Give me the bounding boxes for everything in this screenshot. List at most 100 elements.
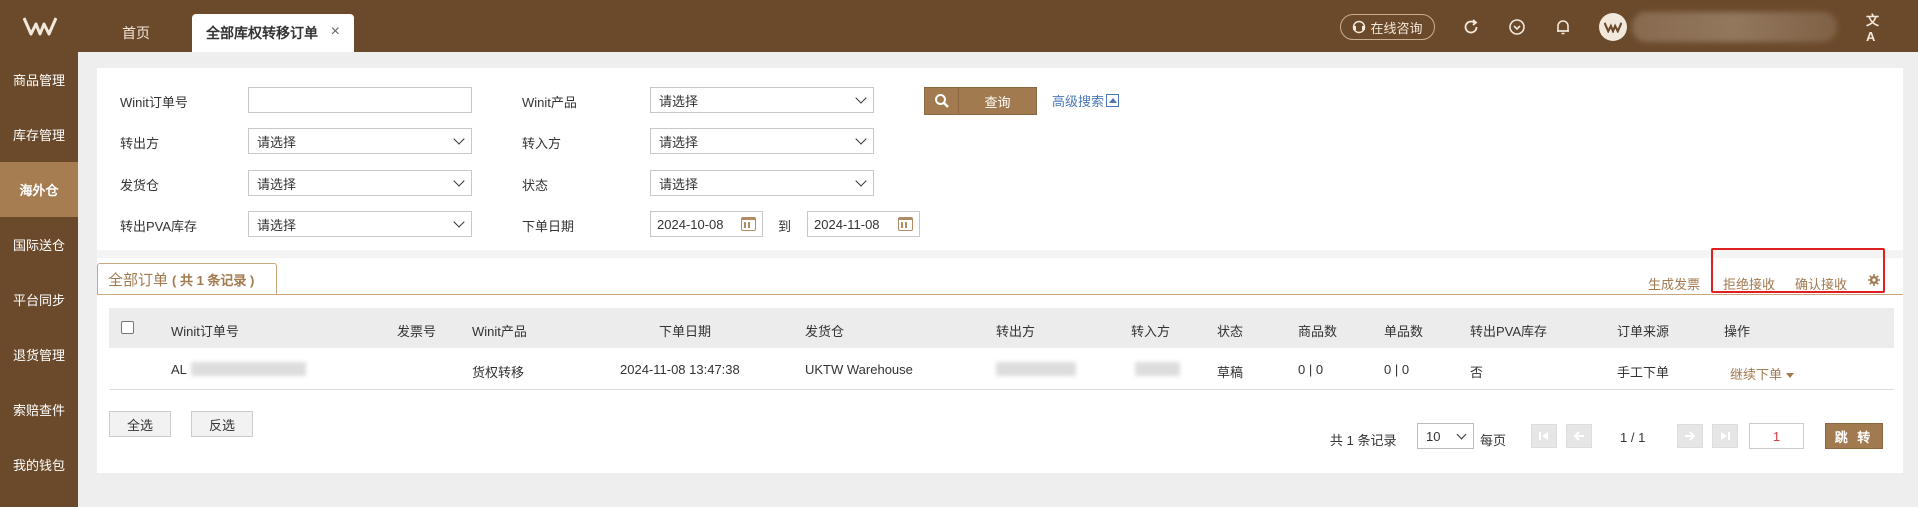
chevron-down-icon bbox=[855, 175, 867, 187]
cell-unit-count: 0 | 0 bbox=[1384, 362, 1410, 377]
cell-pva: 否 bbox=[1470, 365, 1484, 380]
col-actions: 操作 bbox=[1724, 324, 1751, 339]
chevron-down-icon bbox=[855, 133, 867, 145]
sidebar-item-overseas-warehouse[interactable]: 海外仓 bbox=[0, 162, 78, 217]
heart-circle-icon[interactable] bbox=[1506, 16, 1528, 38]
status-select[interactable]: 请选择 bbox=[650, 170, 874, 196]
warehouse-select[interactable]: 请选择 bbox=[248, 170, 472, 196]
main-panel: Winit订单号 Winit产品 请选择 查询 高级搜索 转出方 请选择 转入方… bbox=[97, 68, 1903, 473]
collapse-up-icon bbox=[1106, 94, 1120, 107]
page-size-select[interactable]: 10 bbox=[1417, 423, 1474, 449]
avatar[interactable] bbox=[1599, 13, 1627, 41]
cell-source: 手工下单 bbox=[1617, 365, 1670, 380]
advanced-search-label: 高级搜索 bbox=[1052, 94, 1105, 109]
table-row[interactable]: AL 货权转移 2024-11-08 13:47:38 UKTW Warehou… bbox=[109, 348, 1894, 390]
tab-all-orders-label: 全部订单 bbox=[108, 272, 169, 289]
col-invoice-no[interactable]: 发票号 bbox=[397, 321, 436, 340]
col-status[interactable]: 状态 bbox=[1217, 321, 1243, 340]
search-icon bbox=[925, 88, 959, 114]
prev-page-button[interactable] bbox=[1566, 424, 1592, 448]
pva-label: 转出PVA库存 bbox=[120, 219, 198, 234]
col-unit-count[interactable]: 单品数 bbox=[1384, 321, 1423, 340]
tab-label: 全部库权转移订单 bbox=[206, 25, 318, 41]
product-select[interactable]: 请选择 bbox=[650, 87, 874, 113]
redacted-order-no bbox=[191, 362, 306, 376]
online-consult-button[interactable]: 在线咨询 bbox=[1340, 14, 1435, 40]
calendar-icon[interactable] bbox=[898, 217, 913, 231]
section-divider bbox=[97, 250, 1903, 258]
table-header: Winit订单号 发票号 Winit产品 下单日期 发货仓 转出方 转入方 状态… bbox=[109, 308, 1894, 348]
record-count: ( 共 1 条记录 ) bbox=[172, 273, 255, 288]
chevron-down-icon bbox=[855, 92, 867, 104]
query-button[interactable]: 查询 bbox=[924, 87, 1037, 115]
username-redacted[interactable] bbox=[1632, 12, 1837, 42]
cell-order-no[interactable]: AL bbox=[171, 362, 187, 377]
sidebar-item-wallet[interactable]: 我的钱包 bbox=[0, 437, 78, 492]
highlight-box bbox=[1711, 248, 1885, 293]
select-all-checkbox[interactable] bbox=[121, 321, 134, 334]
pva-select[interactable]: 请选择 bbox=[248, 211, 472, 237]
generate-invoice-link[interactable]: 生成发票 bbox=[1648, 274, 1700, 293]
continue-order-dropdown[interactable]: 继续下单 bbox=[1730, 364, 1795, 383]
cell-warehouse: UKTW Warehouse bbox=[805, 362, 913, 377]
tab-transfer-orders[interactable]: 全部库权转移订单 × bbox=[192, 14, 354, 52]
cell-order-date: 2024-11-08 13:47:38 bbox=[620, 362, 740, 377]
page-info: 1 / 1 bbox=[1620, 430, 1646, 445]
status-label: 状态 bbox=[522, 178, 549, 193]
col-product[interactable]: Winit产品 bbox=[472, 321, 527, 340]
close-icon[interactable]: × bbox=[331, 24, 340, 40]
warehouse-label: 发货仓 bbox=[120, 178, 160, 193]
cell-product: 货权转移 bbox=[472, 365, 525, 380]
sidebar-item-products[interactable]: 商品管理 bbox=[0, 52, 78, 107]
redacted-from-party bbox=[996, 362, 1076, 376]
bell-icon[interactable] bbox=[1552, 16, 1574, 38]
advanced-search-link[interactable]: 高级搜索 bbox=[1052, 91, 1120, 110]
col-to-party[interactable]: 转入方 bbox=[1131, 321, 1170, 340]
end-date-input[interactable]: 2024-11-08 bbox=[807, 211, 920, 237]
to-party-value: 请选择 bbox=[659, 134, 699, 150]
order-no-input[interactable] bbox=[248, 87, 472, 113]
col-item-count[interactable]: 商品数 bbox=[1298, 321, 1337, 340]
select-all-button[interactable]: 全选 bbox=[109, 411, 171, 437]
product-label: Winit产品 bbox=[522, 95, 577, 110]
translate-icon[interactable]: 文A bbox=[1866, 13, 1888, 44]
sidebar-item-inventory[interactable]: 库存管理 bbox=[0, 107, 78, 162]
jump-button[interactable]: 跳 转 bbox=[1825, 423, 1883, 449]
product-select-value: 请选择 bbox=[659, 93, 699, 109]
invert-selection-button[interactable]: 反选 bbox=[191, 411, 253, 437]
start-date-input[interactable]: 2024-10-08 bbox=[650, 211, 763, 237]
col-source[interactable]: 订单来源 bbox=[1617, 321, 1669, 340]
start-date-value: 2024-10-08 bbox=[657, 216, 724, 232]
tab-underline bbox=[97, 294, 1903, 295]
from-party-value: 请选择 bbox=[257, 134, 297, 150]
col-from-party[interactable]: 转出方 bbox=[996, 321, 1035, 340]
first-page-button[interactable] bbox=[1531, 424, 1557, 448]
sidebar-item-platform-sync[interactable]: 平台同步 bbox=[0, 272, 78, 327]
sidebar-item-claims[interactable]: 索赔查件 bbox=[0, 382, 78, 437]
from-party-label: 转出方 bbox=[120, 136, 160, 151]
page-size-value: 10 bbox=[1426, 428, 1441, 444]
col-pva[interactable]: 转出PVA库存 bbox=[1470, 321, 1547, 340]
col-order-date[interactable]: 下单日期 bbox=[659, 321, 711, 340]
date-range-to: 到 bbox=[778, 219, 792, 234]
last-page-button[interactable] bbox=[1712, 424, 1738, 448]
chevron-down-icon bbox=[453, 216, 465, 228]
next-page-button[interactable] bbox=[1677, 424, 1703, 448]
chevron-down-icon bbox=[1456, 429, 1467, 439]
tab-all-orders[interactable]: 全部订单 ( 共 1 条记录 ) bbox=[97, 263, 277, 295]
logo-icon[interactable] bbox=[0, 0, 80, 52]
calendar-icon[interactable] bbox=[741, 217, 756, 231]
tab-home[interactable]: 首页 bbox=[96, 14, 176, 52]
cell-status: 草稿 bbox=[1217, 365, 1244, 380]
sidebar-item-returns[interactable]: 退货管理 bbox=[0, 327, 78, 382]
to-party-select[interactable]: 请选择 bbox=[650, 128, 874, 154]
from-party-select[interactable]: 请选择 bbox=[248, 128, 472, 154]
end-date-value: 2024-11-08 bbox=[814, 216, 880, 232]
col-warehouse[interactable]: 发货仓 bbox=[805, 321, 844, 340]
query-label: 查询 bbox=[984, 94, 1011, 110]
sidebar-item-intl-shipping[interactable]: 国际送仓 bbox=[0, 217, 78, 272]
refresh-icon[interactable] bbox=[1460, 16, 1482, 38]
chevron-down-icon bbox=[453, 133, 465, 145]
page-number-input[interactable]: 1 bbox=[1749, 423, 1804, 449]
col-order-no[interactable]: Winit订单号 bbox=[171, 321, 239, 340]
